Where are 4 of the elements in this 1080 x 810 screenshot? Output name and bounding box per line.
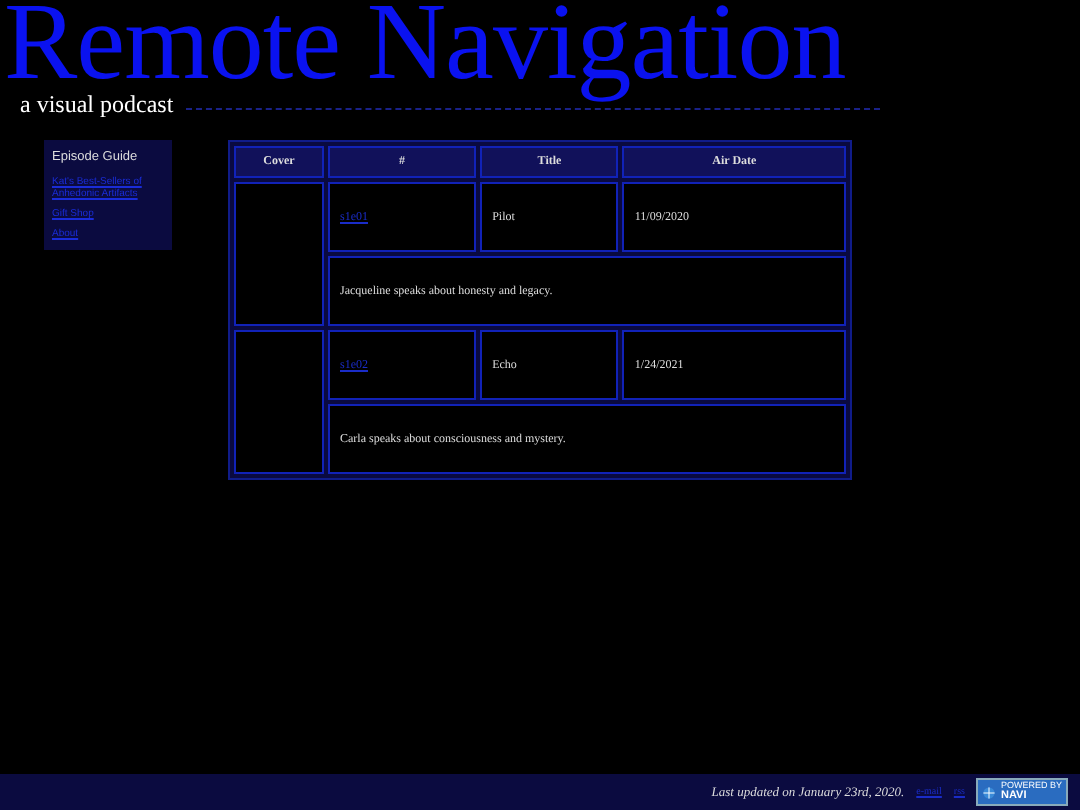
cover-cell xyxy=(234,330,324,474)
site-subtitle: a visual podcast xyxy=(20,90,174,120)
globe-icon xyxy=(982,785,997,799)
cover-cell xyxy=(234,182,324,326)
